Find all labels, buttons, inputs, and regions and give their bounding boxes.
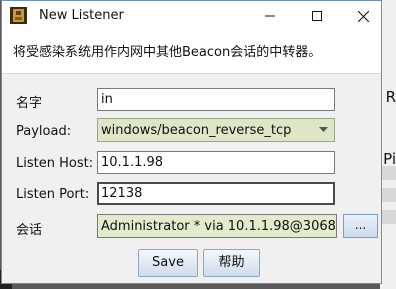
session-field[interactable]: Administrator * via 10.1.1.98@3068 [97, 214, 337, 238]
close-button[interactable] [340, 1, 386, 31]
listen-host-field[interactable]: 10.1.1.98 [97, 151, 335, 174]
background-bar [380, 210, 396, 224]
save-button[interactable]: Save [138, 249, 198, 277]
background-text-fragment: R [385, 88, 396, 106]
description-text: 将受感染系统用作内网中其他Beacon会话的中转器。 [13, 45, 322, 60]
window-title: New Listener [39, 8, 124, 23]
help-button[interactable]: 帮助 [203, 249, 260, 277]
minimize-button[interactable] [247, 1, 293, 31]
session-label: 会话 [16, 223, 43, 238]
new-listener-dialog: New Listener 将受感染系统用作内网中其他Beacon会话的中转器。 … [1, 0, 382, 284]
listen-port-label: Listen Port: [16, 187, 90, 202]
dropdown-arrow-icon[interactable] [316, 123, 330, 137]
background-window-fragment: R Pi [380, 0, 396, 289]
close-icon [357, 10, 369, 22]
minimize-icon [265, 15, 275, 17]
maximize-icon [312, 11, 322, 21]
title-bar[interactable]: New Listener [2, 1, 381, 31]
app-icon [10, 7, 27, 24]
listen-host-label: Listen Host: [16, 156, 94, 171]
payload-label: Payload: [16, 124, 72, 139]
maximize-button[interactable] [294, 1, 340, 31]
description-panel: 将受感染系统用作内网中其他Beacon会话的中转器。 [2, 31, 381, 74]
payload-value: windows/beacon_reverse_tcp [101, 123, 292, 138]
background-bar [380, 166, 396, 180]
name-label: 名字 [16, 96, 43, 111]
listen-port-field[interactable]: 12138 [97, 182, 335, 205]
session-browse-button[interactable]: ... [343, 214, 378, 238]
name-field[interactable]: in [97, 88, 335, 111]
background-bar [380, 188, 396, 202]
payload-select[interactable]: windows/beacon_reverse_tcp [97, 118, 335, 142]
